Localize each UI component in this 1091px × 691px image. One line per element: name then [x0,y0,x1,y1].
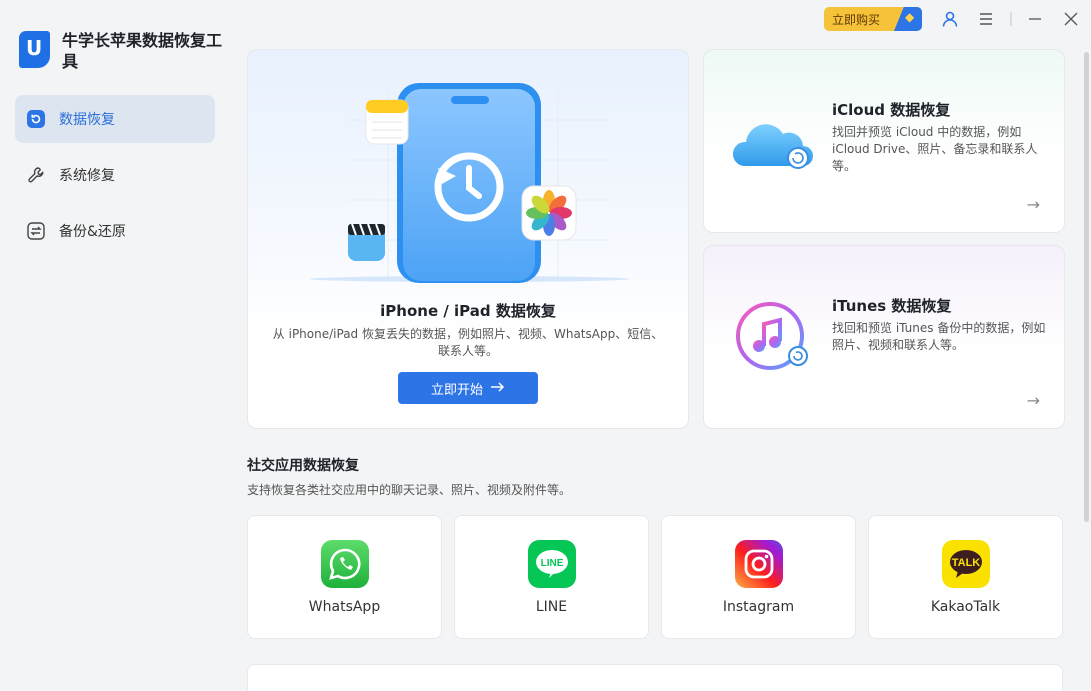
instagram-icon [735,540,783,588]
scrollbar[interactable] [1084,52,1089,522]
sidebar-item-label: 备份&还原 [59,224,126,240]
svg-text:TALK: TALK [952,557,981,569]
icloud-title: iCloud 数据恢复 [832,101,951,119]
arrow-right-icon[interactable]: → [1027,391,1040,410]
buy-now-button[interactable]: 立即购买 ◆ [824,7,922,31]
user-icon[interactable] [940,9,960,29]
itunes-title: iTunes 数据恢复 [832,297,952,315]
app-title: 牛学长苹果数据恢复工具 [62,31,223,71]
sidebar-item-system-repair[interactable]: 系统修复 [15,151,215,199]
arrow-right-icon [490,381,505,396]
itunes-icon [736,302,808,370]
minimize-icon[interactable] [1025,9,1045,29]
sidebar-item-backup-restore[interactable]: 备份&还原 [15,207,215,255]
social-section-title: 社交应用数据恢复 [247,458,359,474]
icloud-icon [732,124,813,169]
line-card[interactable]: LINE LINE [454,515,649,639]
icloud-recovery-card[interactable]: iCloud 数据恢复 找回并预览 iCloud 中的数据，例如 iCloud … [703,49,1065,233]
svg-text:LINE: LINE [541,558,564,569]
whatsapp-icon [321,540,369,588]
app-label: Instagram [722,599,795,615]
arrow-right-icon[interactable]: → [1027,195,1040,214]
diamond-icon: ◆ [894,7,922,31]
divider [1010,12,1012,26]
backup-icon [26,221,46,241]
kakaotalk-card[interactable]: TALK KakaoTalk [868,515,1063,639]
whatsapp-card[interactable]: WhatsApp [247,515,442,639]
iphone-ipad-recovery-card[interactable]: iPhone / iPad 数据恢复 从 iPhone/iPad 恢复丢失的数据… [247,49,689,429]
itunes-description: 找回和预览 iTunes 备份中的数据，例如照片、视频和联系人等。 [832,321,1046,352]
icloud-description: 找回并预览 iCloud 中的数据，例如 iCloud Drive、照片、备忘录… [832,125,1038,173]
sidebar-item-data-recovery[interactable]: 数据恢复 [15,95,215,143]
app-logo: U [19,31,50,68]
social-section-description: 支持恢复各类社交应用中的聊天记录、照片、视频及附件等。 [247,483,572,497]
line-icon: LINE [528,540,576,588]
bottom-card [247,664,1063,691]
start-now-button[interactable]: 立即开始 [398,372,538,404]
iphone-illustration [310,83,630,283]
hero-title: iPhone / iPad 数据恢复 [380,302,556,320]
wrench-icon [26,165,46,185]
hero-description: 从 iPhone/iPad 恢复丢失的数据，例如照片、视频、WhatsApp、短… [272,327,664,358]
itunes-recovery-card[interactable]: iTunes 数据恢复 找回和预览 iTunes 备份中的数据，例如照片、视频和… [703,245,1065,429]
instagram-card[interactable]: Instagram [661,515,856,639]
refresh-icon [26,109,46,129]
app-label: WhatsApp [308,599,381,615]
app-label: KakaoTalk [930,599,1001,615]
app-label: LINE [535,599,568,615]
close-icon[interactable] [1061,9,1081,29]
sidebar: U 牛学长苹果数据恢复工具 数据恢复 系统修复 备份&还原 [0,0,230,691]
menu-icon[interactable] [976,9,996,29]
sidebar-item-label: 数据恢复 [59,112,115,128]
sidebar-item-label: 系统修复 [59,168,115,184]
kakaotalk-icon: TALK [942,540,990,588]
